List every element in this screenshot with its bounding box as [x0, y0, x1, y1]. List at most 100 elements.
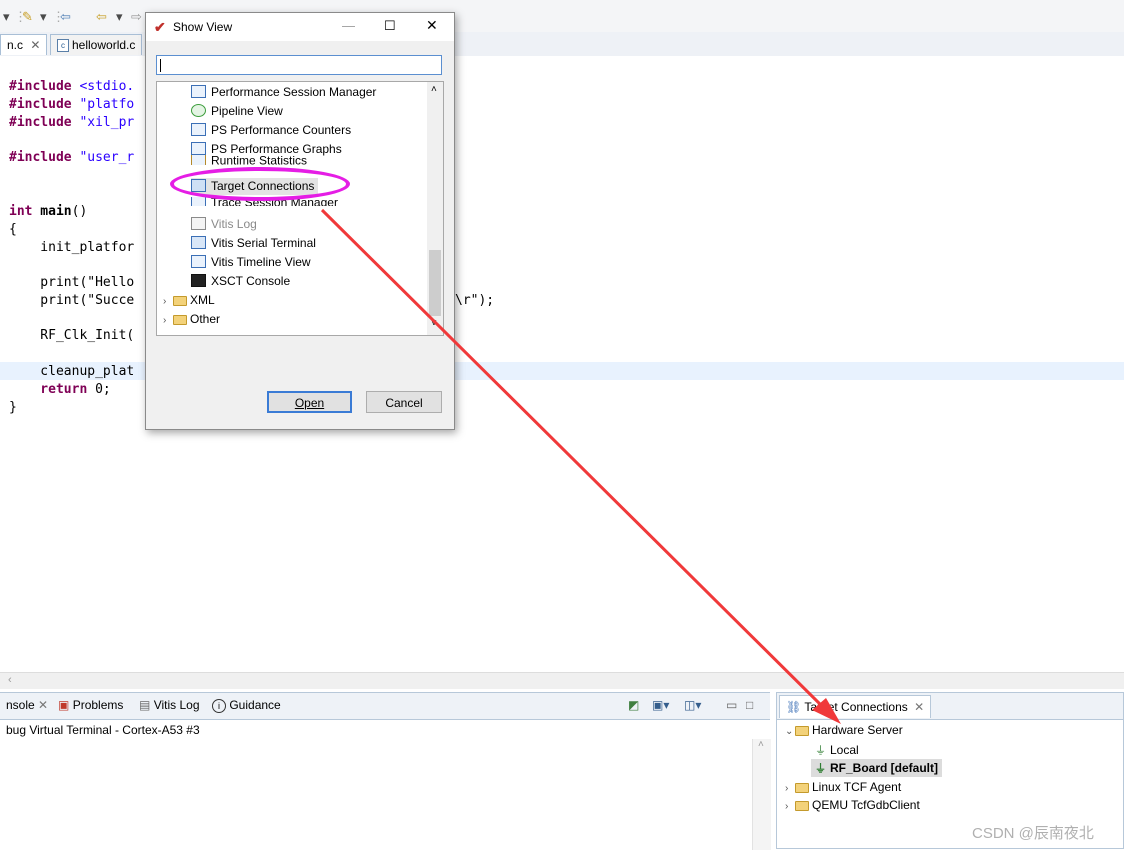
- back-nav-icon[interactable]: ⇦: [60, 9, 71, 25]
- tab-label: n.c: [7, 38, 24, 52]
- open-button[interactable]: Open: [267, 391, 352, 413]
- tree-item-hardware-server[interactable]: ⌄ Hardware Server: [785, 723, 903, 737]
- tab-guidance[interactable]: i Guidance: [212, 698, 281, 713]
- console-icon: [191, 274, 206, 288]
- maximize-icon[interactable]: □: [746, 698, 753, 712]
- code-line: #include <stdio.: [9, 79, 135, 94]
- code-line: print("Succe: [9, 293, 135, 308]
- chevron-right-icon: ›: [785, 783, 789, 794]
- tree-item-qemu-tcfgdbclient[interactable]: › QEMU TcfGdbClient: [785, 798, 920, 812]
- tree-item-local[interactable]: ⏚ Local: [815, 742, 859, 758]
- minimize-icon[interactable]: —: [342, 18, 355, 33]
- list-item[interactable]: Vitis Timeline View: [191, 254, 311, 271]
- connection-icon: ⏚: [815, 763, 826, 775]
- scroll-thumb[interactable]: [429, 250, 441, 316]
- list-item[interactable]: Performance Session Manager: [191, 84, 376, 101]
- code-line: #include "user_r: [9, 150, 135, 165]
- tab-vitis-log[interactable]: ▤ Vitis Log: [139, 698, 200, 712]
- display-console-icon[interactable]: ▣▾: [652, 698, 669, 712]
- tab-label: helloworld.c: [72, 38, 136, 52]
- tree-item-linux-tcf-agent[interactable]: › Linux TCF Agent: [785, 780, 901, 794]
- code-line: int main(): [9, 204, 88, 219]
- list-item[interactable]: Vitis Log: [191, 216, 257, 233]
- console-title: bug Virtual Terminal - Cortex-A53 #3: [6, 723, 200, 737]
- code-line: {: [9, 222, 17, 237]
- tree-item-rf-board[interactable]: ⏚ RF_Board [default]: [811, 759, 942, 777]
- dialog-title: Show View: [173, 20, 233, 34]
- tab-target-connections[interactable]: ⛓ Target Connections ✕: [779, 695, 932, 718]
- forward-icon[interactable]: ⇨: [131, 9, 142, 25]
- target-connections-icon: ⛓: [786, 700, 802, 714]
- code-line: cleanup_plat: [9, 364, 135, 379]
- list-item[interactable]: XSCT Console: [191, 273, 290, 290]
- scroll-up-icon: ˄: [431, 84, 437, 95]
- folder-icon: [173, 314, 187, 325]
- list-item[interactable]: Pipeline View: [191, 103, 283, 120]
- watermark: CSDN @辰南夜北: [972, 825, 1094, 842]
- chevron-right-icon: ›: [785, 801, 789, 812]
- list-item[interactable]: Vitis Serial Terminal: [191, 235, 316, 252]
- minimize-icon[interactable]: ▭: [726, 698, 737, 712]
- folder-icon: [795, 725, 809, 736]
- close-icon[interactable]: ✕: [914, 700, 924, 714]
- pin-console-icon[interactable]: ◩: [628, 698, 639, 712]
- list-item[interactable]: PS Performance Counters: [191, 122, 351, 139]
- code-line: #include "platfo: [9, 97, 135, 112]
- editor-horizontal-scrollbar[interactable]: ‹: [0, 672, 1124, 689]
- close-icon[interactable]: ✕: [426, 17, 438, 34]
- dropdown-icon[interactable]: ▾: [40, 9, 47, 25]
- problems-icon: ▣: [58, 698, 70, 712]
- info-icon: i: [212, 699, 226, 713]
- list-scrollbar[interactable]: ˄ ˅: [427, 82, 443, 335]
- list-item[interactable]: Runtime Statistics: [191, 155, 307, 165]
- maximize-icon[interactable]: ☐: [384, 18, 396, 34]
- code-line: return 0;: [9, 382, 111, 397]
- pin-icon[interactable]: ✎: [22, 9, 33, 25]
- code-line: #include "xil_pr: [9, 115, 135, 130]
- scroll-left-icon[interactable]: ‹: [8, 674, 12, 686]
- connection-icon: ⏚: [815, 745, 826, 757]
- close-icon[interactable]: ✕: [30, 38, 40, 52]
- filter-input[interactable]: [156, 55, 442, 75]
- code-line: init_platfor: [9, 240, 135, 255]
- console-panel: nsole ✕ ▣ Problems ▤ Vitis Log i Guidanc…: [0, 692, 771, 850]
- code-line: }: [9, 400, 17, 415]
- tab-problems[interactable]: ▣ Problems: [58, 698, 123, 712]
- folder-item-xml[interactable]: › XML: [163, 292, 215, 309]
- console-scrollbar[interactable]: ˄: [752, 739, 771, 850]
- terminal-icon: [191, 236, 206, 250]
- runtime-statistics-icon: [191, 155, 206, 165]
- scroll-down-icon: ˅: [431, 318, 437, 329]
- chevron-down-icon: ⌄: [785, 726, 794, 737]
- dropdown-icon[interactable]: ▾: [3, 9, 10, 25]
- editor-tab-helloworld[interactable]: c helloworld.c: [50, 34, 143, 55]
- folder-item-other[interactable]: › Other: [163, 311, 220, 328]
- chart-view-icon: [191, 123, 206, 137]
- target-connections-header: ⛓ Target Connections ✕: [777, 693, 1123, 720]
- view-tree-list[interactable]: Performance Session Manager Pipeline Vie…: [156, 81, 444, 336]
- folder-icon: [173, 295, 187, 306]
- chevron-right-icon: ›: [163, 315, 167, 326]
- code-line-fragment: \r");: [455, 293, 495, 308]
- dialog-titlebar: ✔ Show View — ☐ ✕: [146, 13, 454, 41]
- chart-view-icon: [191, 255, 206, 269]
- tab-console[interactable]: nsole ✕: [6, 698, 48, 712]
- text-caret: [160, 59, 161, 72]
- chart-view-icon: [191, 142, 206, 156]
- cancel-button[interactable]: Cancel: [366, 391, 442, 413]
- code-line: print("Hello: [9, 275, 135, 290]
- dropdown-icon[interactable]: ▾: [116, 9, 123, 25]
- pipeline-icon: [191, 104, 206, 118]
- scroll-up-icon: ˄: [758, 739, 764, 750]
- chart-view-icon: [191, 197, 206, 206]
- back-icon[interactable]: ⇦: [96, 9, 107, 25]
- console-panel-header: nsole ✕ ▣ Problems ▤ Vitis Log i Guidanc…: [0, 693, 770, 720]
- editor-tab-main[interactable]: n.c ✕: [0, 34, 48, 55]
- chevron-right-icon: ›: [163, 296, 167, 307]
- show-view-dialog: ✔ Show View — ☐ ✕ Performance Session Ma…: [145, 12, 455, 430]
- vitis-logo-icon: ✔: [154, 19, 166, 35]
- open-console-icon[interactable]: ◫▾: [684, 698, 701, 712]
- chart-view-icon: [191, 85, 206, 99]
- log-icon: ▤: [139, 698, 151, 712]
- log-icon: [191, 217, 206, 231]
